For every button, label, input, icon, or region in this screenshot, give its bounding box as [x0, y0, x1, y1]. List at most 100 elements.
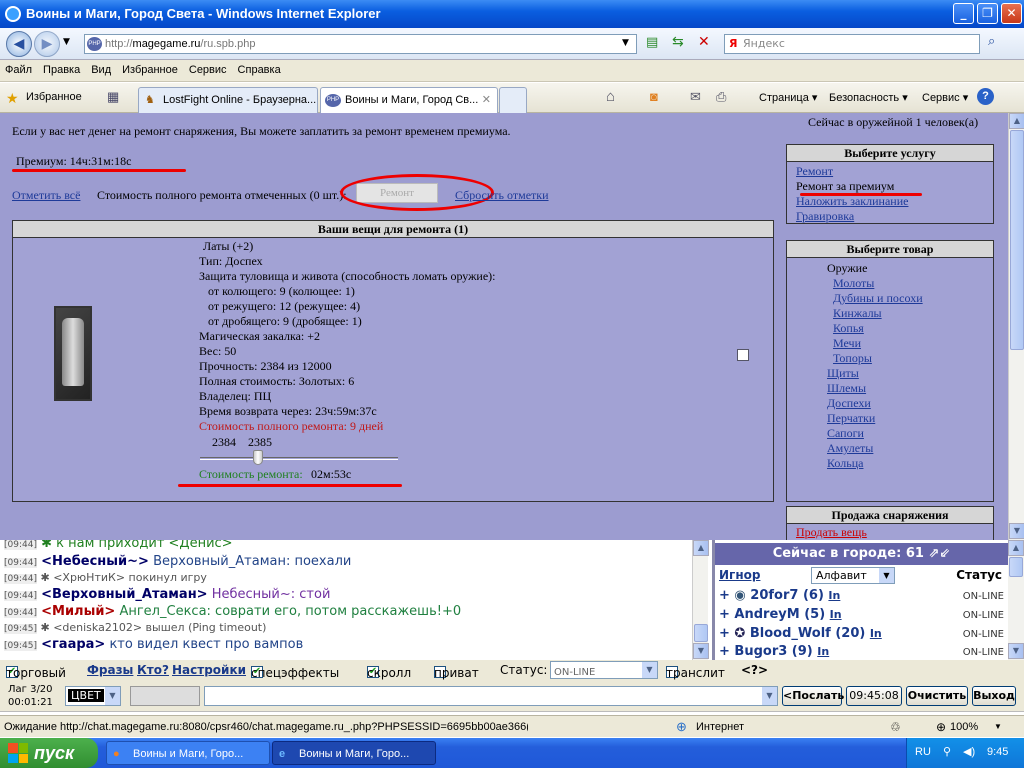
- quick-tabs-icon[interactable]: ▦: [107, 89, 119, 105]
- sell-item-link[interactable]: Продать вещь: [796, 525, 867, 540]
- rss-icon[interactable]: ◙: [650, 89, 658, 104]
- zoom-level[interactable]: 100%: [950, 721, 978, 733]
- scroll-thumb[interactable]: [1009, 557, 1023, 577]
- goods-spears[interactable]: Копья: [833, 321, 864, 336]
- tab-magegame[interactable]: PHP Воины и Маги, Город Св... ✕: [320, 87, 498, 113]
- users-scrollbar[interactable]: ▲ ▼: [1008, 540, 1024, 660]
- goods-hammers[interactable]: Молоты: [833, 276, 874, 291]
- goods-helmets[interactable]: Шлемы: [827, 381, 866, 396]
- favorites-button[interactable]: Избранное: [26, 91, 82, 103]
- tools-menu[interactable]: Сервис ▾: [922, 91, 968, 104]
- refresh-icon[interactable]: ⇗⇙: [928, 546, 950, 561]
- tab-lostfight[interactable]: ♞ LostFight Online - Браузерна...: [138, 87, 318, 113]
- window-titlebar[interactable]: Воины и Маги, Город Света - Windows Inte…: [0, 0, 1024, 28]
- scroll-down-icon[interactable]: ▼: [693, 643, 709, 659]
- message-input[interactable]: ▼: [204, 686, 778, 706]
- goods-gloves[interactable]: Перчатки: [827, 411, 875, 426]
- service-engrave[interactable]: Гравировка: [796, 209, 854, 224]
- scroll-up-icon[interactable]: ▲: [1008, 540, 1024, 556]
- maximize-button[interactable]: ❐: [977, 3, 998, 24]
- clock[interactable]: 9:45: [987, 746, 1008, 758]
- repair-slider[interactable]: [200, 450, 398, 465]
- language-indicator[interactable]: RU: [915, 746, 931, 758]
- goods-shields[interactable]: Щиты: [827, 366, 859, 381]
- stop-icon[interactable]: ✕: [698, 34, 710, 50]
- goods-rings[interactable]: Кольца: [827, 456, 863, 471]
- volume-icon[interactable]: ◀): [963, 745, 975, 758]
- user-row[interactable]: + ✪ Blood_Wolf (20) In: [719, 626, 882, 641]
- back-icon[interactable]: ◀: [6, 31, 32, 57]
- user-row[interactable]: + ◉ 20for7 (6) In: [719, 588, 840, 603]
- zoom-dropdown-icon[interactable]: ▼: [994, 722, 1002, 731]
- service-enchant[interactable]: Наложить заклинание: [796, 194, 908, 209]
- tab-close-icon[interactable]: ✕: [482, 93, 491, 106]
- chat-scrollbar[interactable]: ▲ ▼: [692, 540, 709, 660]
- user-row[interactable]: + Bugor3 (9) In: [719, 644, 829, 659]
- menu-file[interactable]: Файл: [0, 60, 38, 76]
- help-icon[interactable]: ?: [977, 88, 994, 105]
- minimize-button[interactable]: _: [953, 3, 974, 24]
- ignore-link[interactable]: Игнор: [719, 568, 760, 582]
- goods-boots[interactable]: Сапоги: [827, 426, 864, 441]
- forward-icon[interactable]: ▶: [34, 31, 60, 57]
- menu-edit[interactable]: Правка: [38, 60, 86, 76]
- goods-armor[interactable]: Доспехи: [827, 396, 871, 411]
- settings-link[interactable]: Настройки: [172, 663, 246, 677]
- search-input[interactable]: Я Яндекс: [724, 34, 980, 54]
- repair-slider-thumb[interactable]: [253, 450, 263, 465]
- goods-amulets[interactable]: Амулеты: [827, 441, 873, 456]
- scroll-thumb[interactable]: [694, 624, 708, 642]
- scroll-thumb[interactable]: [1010, 130, 1024, 350]
- menu-view[interactable]: Вид: [86, 60, 117, 76]
- scroll-up-icon[interactable]: ▲: [1009, 113, 1024, 129]
- nick-field[interactable]: [130, 686, 200, 706]
- zoom-icon[interactable]: ⊕: [936, 720, 946, 734]
- send-button[interactable]: <Послать: [782, 686, 844, 706]
- task-firefox[interactable]: ● Воины и Маги, Горо...: [106, 741, 270, 765]
- goods-clubs[interactable]: Дубины и посохи: [833, 291, 923, 306]
- task-ie[interactable]: e Воины и Маги, Горо...: [272, 741, 436, 765]
- network-icon[interactable]: ⚲: [943, 745, 951, 758]
- url-dropdown-icon[interactable]: ▼: [622, 38, 629, 48]
- goods-axes[interactable]: Топоры: [833, 351, 872, 366]
- print-icon[interactable]: ⎙: [716, 89, 726, 105]
- mark-all-link[interactable]: Отметить всё: [12, 188, 80, 203]
- url-field[interactable]: PHP http://magegame.ru/ru.spb.php: [84, 34, 637, 54]
- clear-button[interactable]: Очистить: [906, 686, 968, 706]
- sort-select[interactable]: Алфавит ▼: [811, 567, 895, 584]
- scroll-up-icon[interactable]: ▲: [693, 540, 709, 556]
- menu-tools[interactable]: Сервис: [184, 60, 233, 76]
- new-tab-button[interactable]: [499, 87, 527, 113]
- user-row[interactable]: + AndreyM (5) In: [719, 607, 842, 622]
- help-link[interactable]: <?>: [741, 663, 768, 677]
- menu-favorites[interactable]: Избранное: [117, 60, 184, 76]
- compat-icon[interactable]: ▤: [646, 35, 658, 50]
- menu-help[interactable]: Справка: [233, 60, 287, 76]
- search-icon[interactable]: ⌕: [988, 34, 995, 49]
- history-dropdown-icon[interactable]: ▼: [63, 37, 70, 47]
- goods-swords[interactable]: Мечи: [833, 336, 861, 351]
- content-scrollbar[interactable]: ▲ ▼: [1008, 113, 1024, 540]
- protected-mode-icon[interactable]: ♲: [890, 720, 901, 734]
- who-link[interactable]: Кто?: [137, 663, 169, 677]
- scroll-down-icon[interactable]: ▼: [1009, 523, 1024, 539]
- reset-marks-link[interactable]: Сбросить отметки: [455, 188, 549, 203]
- close-button[interactable]: ✕: [1001, 3, 1022, 24]
- page-menu[interactable]: Страница ▾: [759, 91, 817, 104]
- scroll-down-icon[interactable]: ▼: [1008, 643, 1024, 659]
- mail-icon[interactable]: ✉: [690, 89, 701, 105]
- safety-menu[interactable]: Безопасность ▾: [829, 91, 908, 104]
- phrases-link[interactable]: Фразы: [87, 663, 133, 677]
- home-icon[interactable]: ⌂: [606, 88, 615, 105]
- exit-button[interactable]: Выход: [972, 686, 1016, 706]
- item-select-checkbox[interactable]: [737, 349, 749, 361]
- start-button[interactable]: пуск: [0, 738, 98, 768]
- status-select[interactable]: ON-LINE ▼: [550, 661, 658, 679]
- clock-button[interactable]: 09:45:08: [846, 686, 902, 706]
- goods-daggers[interactable]: Кинжалы: [833, 306, 882, 321]
- armor-item-image[interactable]: [54, 306, 92, 401]
- service-repair[interactable]: Ремонт: [796, 164, 833, 179]
- refresh-icon[interactable]: ⇆: [672, 34, 684, 50]
- color-select[interactable]: ЦВЕТ ▼: [65, 686, 121, 706]
- service-premium-repair[interactable]: Ремонт за премиум: [796, 179, 894, 194]
